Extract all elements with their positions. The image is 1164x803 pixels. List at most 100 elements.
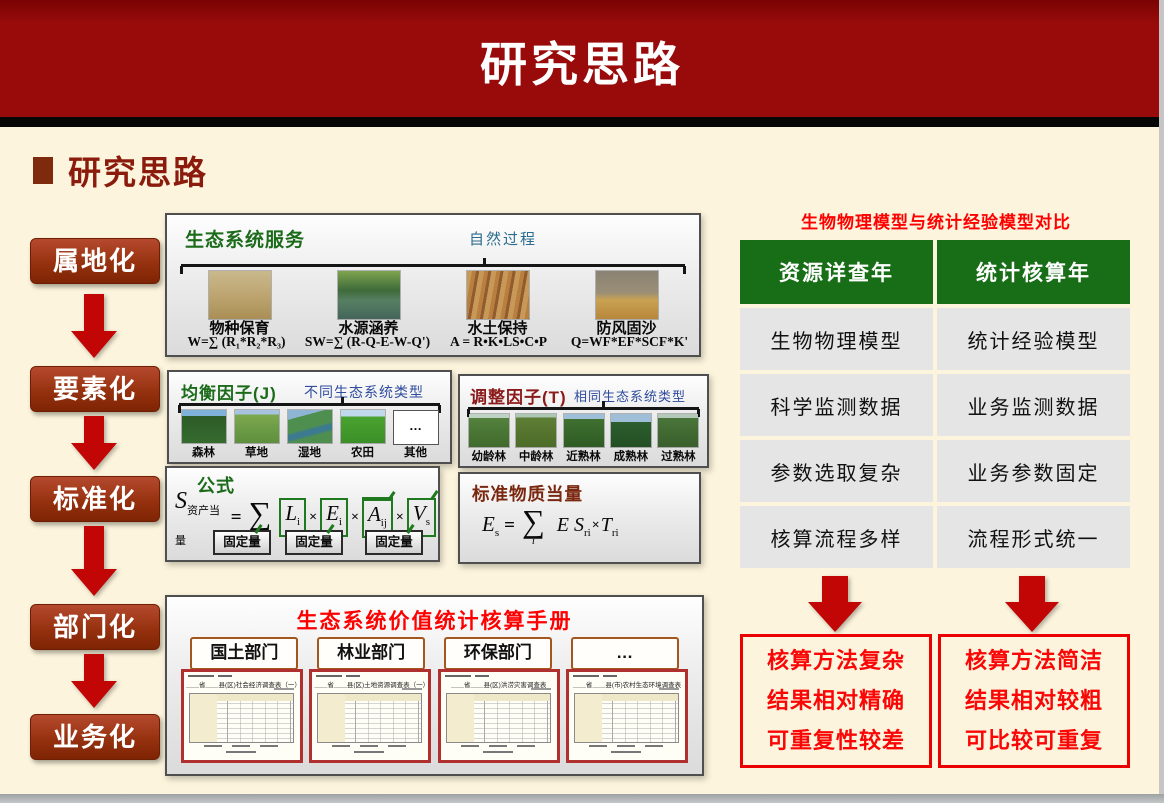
slide: 研究思路 研究思路 属地化 要素化 标准化 部门化 业务化 生态系统服务 自然过…: [0, 0, 1164, 803]
banner-separator: [0, 117, 1164, 127]
flow-step-yewuhua: 业务化: [30, 714, 160, 760]
down-arrow-icon: [71, 654, 117, 708]
survey-form-card: ＿＿省＿＿县(区)社会经济调查表（一）: [181, 669, 303, 763]
forest-age-label: 中龄林: [512, 448, 559, 464]
times-sign: ×: [592, 518, 600, 534]
fixed-quantity-chip: 固定量: [285, 530, 343, 555]
ecosystem-label: 森林: [177, 444, 230, 460]
survey-form-card: ＿＿省＿＿县(区)土地资源调查表（一）: [309, 669, 431, 763]
balance-label-row: 森林 草地 湿地 农田 其他: [177, 444, 442, 460]
comparison-table: 资源详查年 统计核算年 生物物理模型 统计经验模型 科学监测数据 业务监测数据 …: [740, 240, 1130, 568]
adjust-label-row: 幼龄林 中龄林 近熟林 成熟林 过熟林: [465, 448, 702, 464]
table-cell: 统计经验模型: [937, 308, 1130, 370]
section-heading: 研究思路: [33, 146, 208, 194]
department-label-linye: 林业部门: [317, 637, 425, 670]
flow-step-bumenhua: 部门化: [30, 604, 160, 650]
table-cell: 业务监测数据: [937, 374, 1130, 436]
ecosystem-label: 其他: [389, 444, 442, 460]
forest-age-label: 近熟林: [560, 448, 607, 464]
balance-panel-subtitle: 不同生态系统类型: [304, 382, 424, 402]
times-sign: ×: [309, 510, 317, 526]
survey-form-row: ＿＿省＿＿县(区)社会经济调查表（一） ＿＿省＿＿县(区)土地资源调查表（一） …: [181, 669, 688, 763]
service-formula: A = R•K•LS•C•P: [433, 334, 564, 350]
young-forest-photo: [469, 414, 509, 447]
ecosystem-label: 湿地: [283, 444, 336, 460]
forest-photo: [182, 410, 226, 443]
fixed-quantity-chip: 固定量: [365, 530, 423, 555]
ecosystem-label: 农田: [336, 444, 389, 460]
table-cell: 核算流程多样: [740, 506, 933, 568]
survey-form-card: ＿＿省＿＿县(市)农村生态环境调查表: [566, 669, 688, 763]
grassland-photo: [235, 410, 279, 443]
fixed-quantity-chip: 固定量: [213, 530, 271, 555]
comparison-title: 生物物理模型与统计经验模型对比: [740, 208, 1132, 233]
sand-fixation-photo: [596, 271, 658, 319]
title-banner: 研究思路: [0, 0, 1164, 117]
table-header-resource-year: 资源详查年: [740, 240, 933, 304]
down-arrow-icon: [71, 526, 117, 596]
flow-step-yaosuhua: 要素化: [30, 366, 160, 412]
manual-panel: 生态系统价值统计核算手册 国土部门 林业部门 环保部门 … ＿＿省＿＿县(区)社…: [165, 595, 704, 776]
over-mature-forest-photo: [658, 414, 698, 447]
conclusion-box-biophysical: 核算方法复杂 结果相对精确 可重复性较差: [740, 634, 932, 768]
natural-process-label: 自然过程: [167, 228, 699, 249]
forest-age-label: 过熟林: [655, 448, 702, 464]
flow-step-biaozhunhua: 标准化: [30, 476, 160, 522]
service-formula: W=∑ (R₁*R₂*R₃): [171, 334, 302, 350]
sum-symbol: ∑ i: [522, 506, 545, 546]
ecosystem-label: 草地: [230, 444, 283, 460]
middle-age-forest-photo: [516, 414, 556, 447]
formula-lhs: S: [175, 488, 187, 514]
service-formula-row: W=∑ (R₁*R₂*R₃) SW=∑ (R-Q-E-W-Q') A = R•K…: [171, 334, 695, 350]
form-table-grid: [446, 693, 551, 743]
window-bottom-edge: [0, 794, 1164, 803]
table-cell: 业务参数固定: [937, 440, 1130, 502]
equivalent-panel: 标准物质当量 Es = ∑ i E Sri × Tri: [458, 472, 701, 564]
department-label-guotu: 国土部门: [190, 637, 298, 670]
form-table-grid: [317, 693, 422, 743]
survey-form-card: ＿＿省＿＿县(区)洪涝灾害调查表: [438, 669, 560, 763]
down-arrow-icon: [807, 576, 863, 632]
near-mature-forest-photo: [564, 414, 604, 447]
table-cell: 流程形式统一: [937, 506, 1130, 568]
balance-photo-row: …: [177, 410, 442, 445]
conclusion-box-statistical: 核算方法简洁 结果相对较粗 可比较可重复: [938, 634, 1130, 768]
adjust-panel-title: 调整因子(T): [470, 383, 567, 408]
table-cell: 参数选取复杂: [740, 440, 933, 502]
form-table-grid: [574, 693, 679, 743]
ecosystem-services-panel: 生态系统服务 自然过程 物种保育 水源涵养 水土保持 防风固沙 W=∑ (R₁*…: [165, 213, 701, 357]
service-formula: SW=∑ (R-Q-E-W-Q'): [302, 334, 433, 350]
department-label-more: …: [571, 637, 679, 670]
table-header-accounting-year: 统计核算年: [937, 240, 1130, 304]
manual-title: 生态系统价值统计核算手册: [167, 605, 702, 635]
adjust-panel-subtitle: 相同生态系统类型: [574, 386, 686, 405]
adjust-photo-row: [465, 414, 702, 447]
forest-age-label: 成熟林: [607, 448, 654, 464]
square-bullet-icon: [33, 157, 53, 184]
farmland-photo: [341, 410, 385, 443]
equals-sign: =: [504, 515, 515, 537]
soil-conservation-photo: [467, 271, 529, 319]
species-conservation-photo: [209, 271, 271, 319]
balance-factor-panel: 均衡因子(J) 不同生态系统类型 … 森林 草地 湿地 农田 其他: [167, 370, 452, 464]
service-photo-row: [175, 271, 691, 319]
form-table-grid: [189, 693, 294, 743]
section-heading-label: 研究思路: [68, 146, 208, 194]
table-cell: 科学监测数据: [740, 374, 933, 436]
wetland-photo: [288, 410, 332, 443]
equivalent-formula: Es = ∑ i E Sri × Tri: [482, 506, 619, 546]
down-arrow-icon: [71, 294, 117, 358]
times-sign: ×: [351, 510, 359, 526]
mature-forest-photo: [611, 414, 651, 447]
water-retention-photo: [338, 271, 400, 319]
table-cell: 生物物理模型: [740, 308, 933, 370]
forest-age-label: 幼龄林: [465, 448, 512, 464]
asset-formula-panel: 公式 S资产当量 = ∑ i,j Li × Ei × Aij × Vs 固定量 …: [165, 466, 440, 562]
down-arrow-icon: [1004, 576, 1060, 632]
times-sign: ×: [396, 510, 404, 526]
department-label-huanbao: 环保部门: [444, 637, 552, 670]
down-arrow-icon: [71, 416, 117, 470]
adjust-factor-panel: 调整因子(T) 相同生态系统类型 幼龄林 中龄林 近熟林 成熟林 过熟林: [458, 374, 709, 468]
service-formula: Q=WF*EF*SCF*K': [564, 334, 695, 350]
balance-panel-title: 均衡因子(J): [181, 379, 277, 404]
